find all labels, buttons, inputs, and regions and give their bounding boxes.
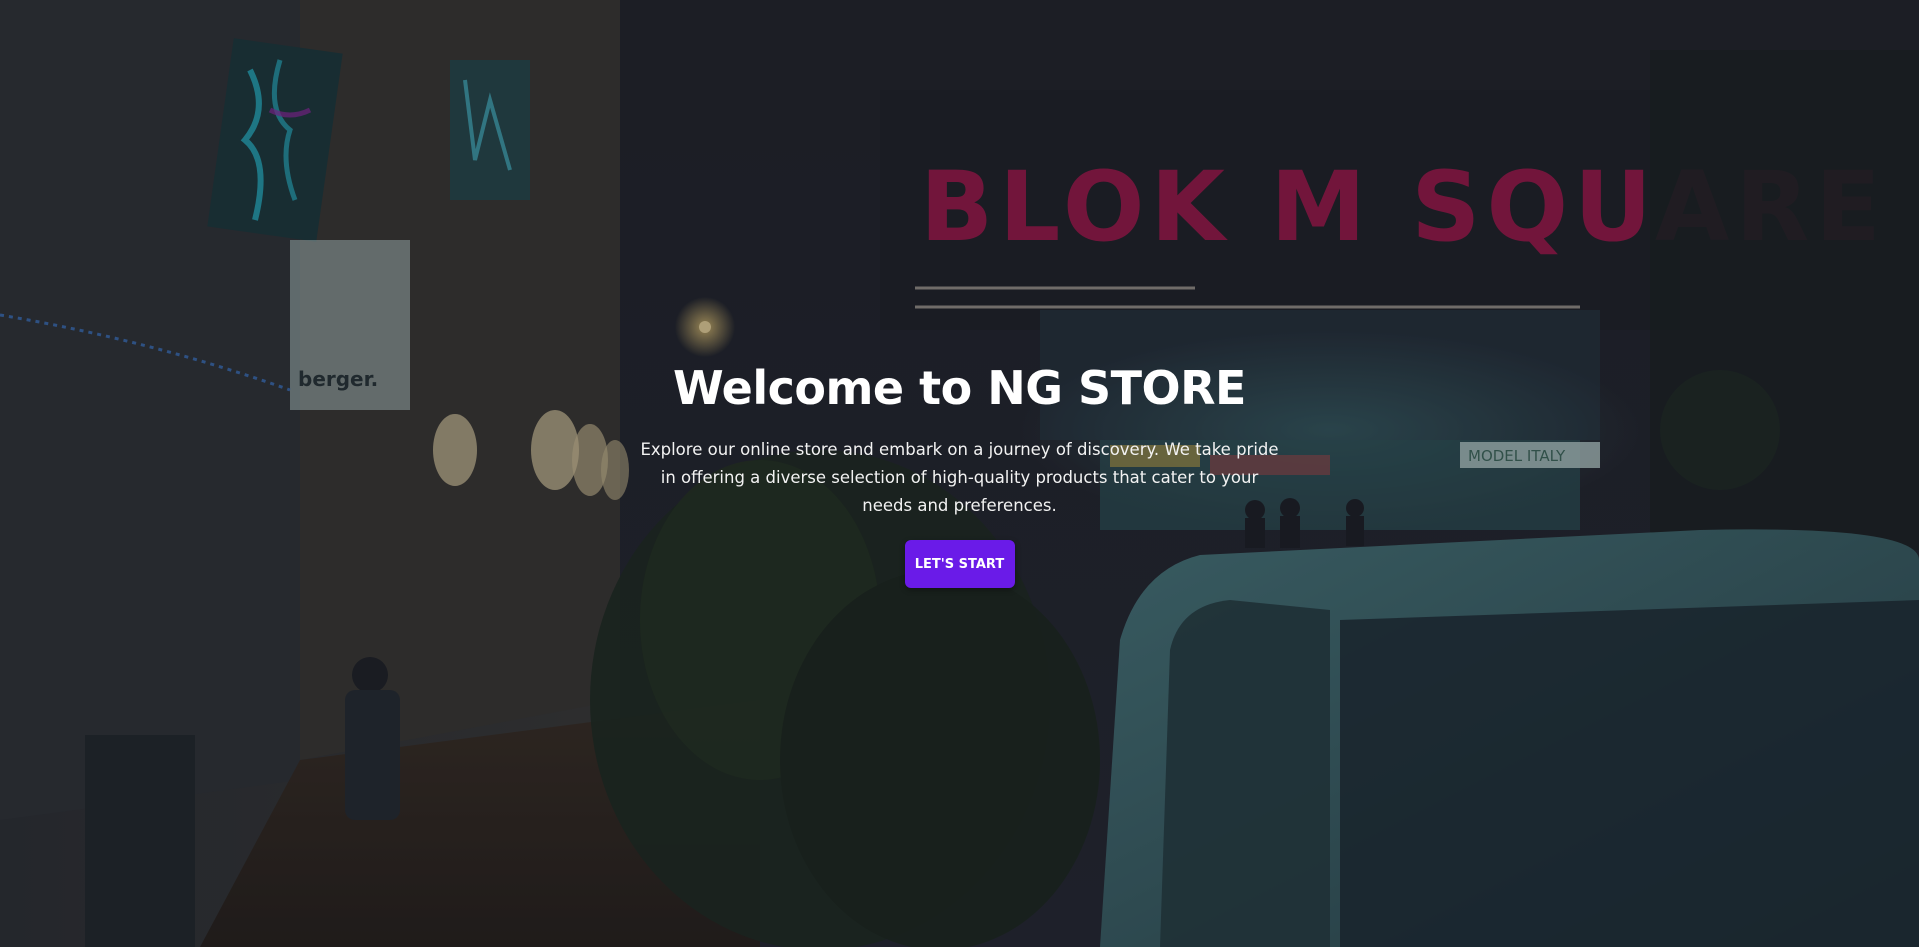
lets-start-button[interactable]: LET'S START [904, 540, 1015, 588]
hero-content: Welcome to NG STORE Explore our online s… [0, 360, 1919, 588]
hero-description: Explore our online store and embark on a… [640, 440, 1279, 515]
hero-section: berger. BLOK M SQUARE MODEL ITALY Welcom… [0, 0, 1919, 947]
hero-title: Welcome to NG STORE [673, 361, 1246, 415]
